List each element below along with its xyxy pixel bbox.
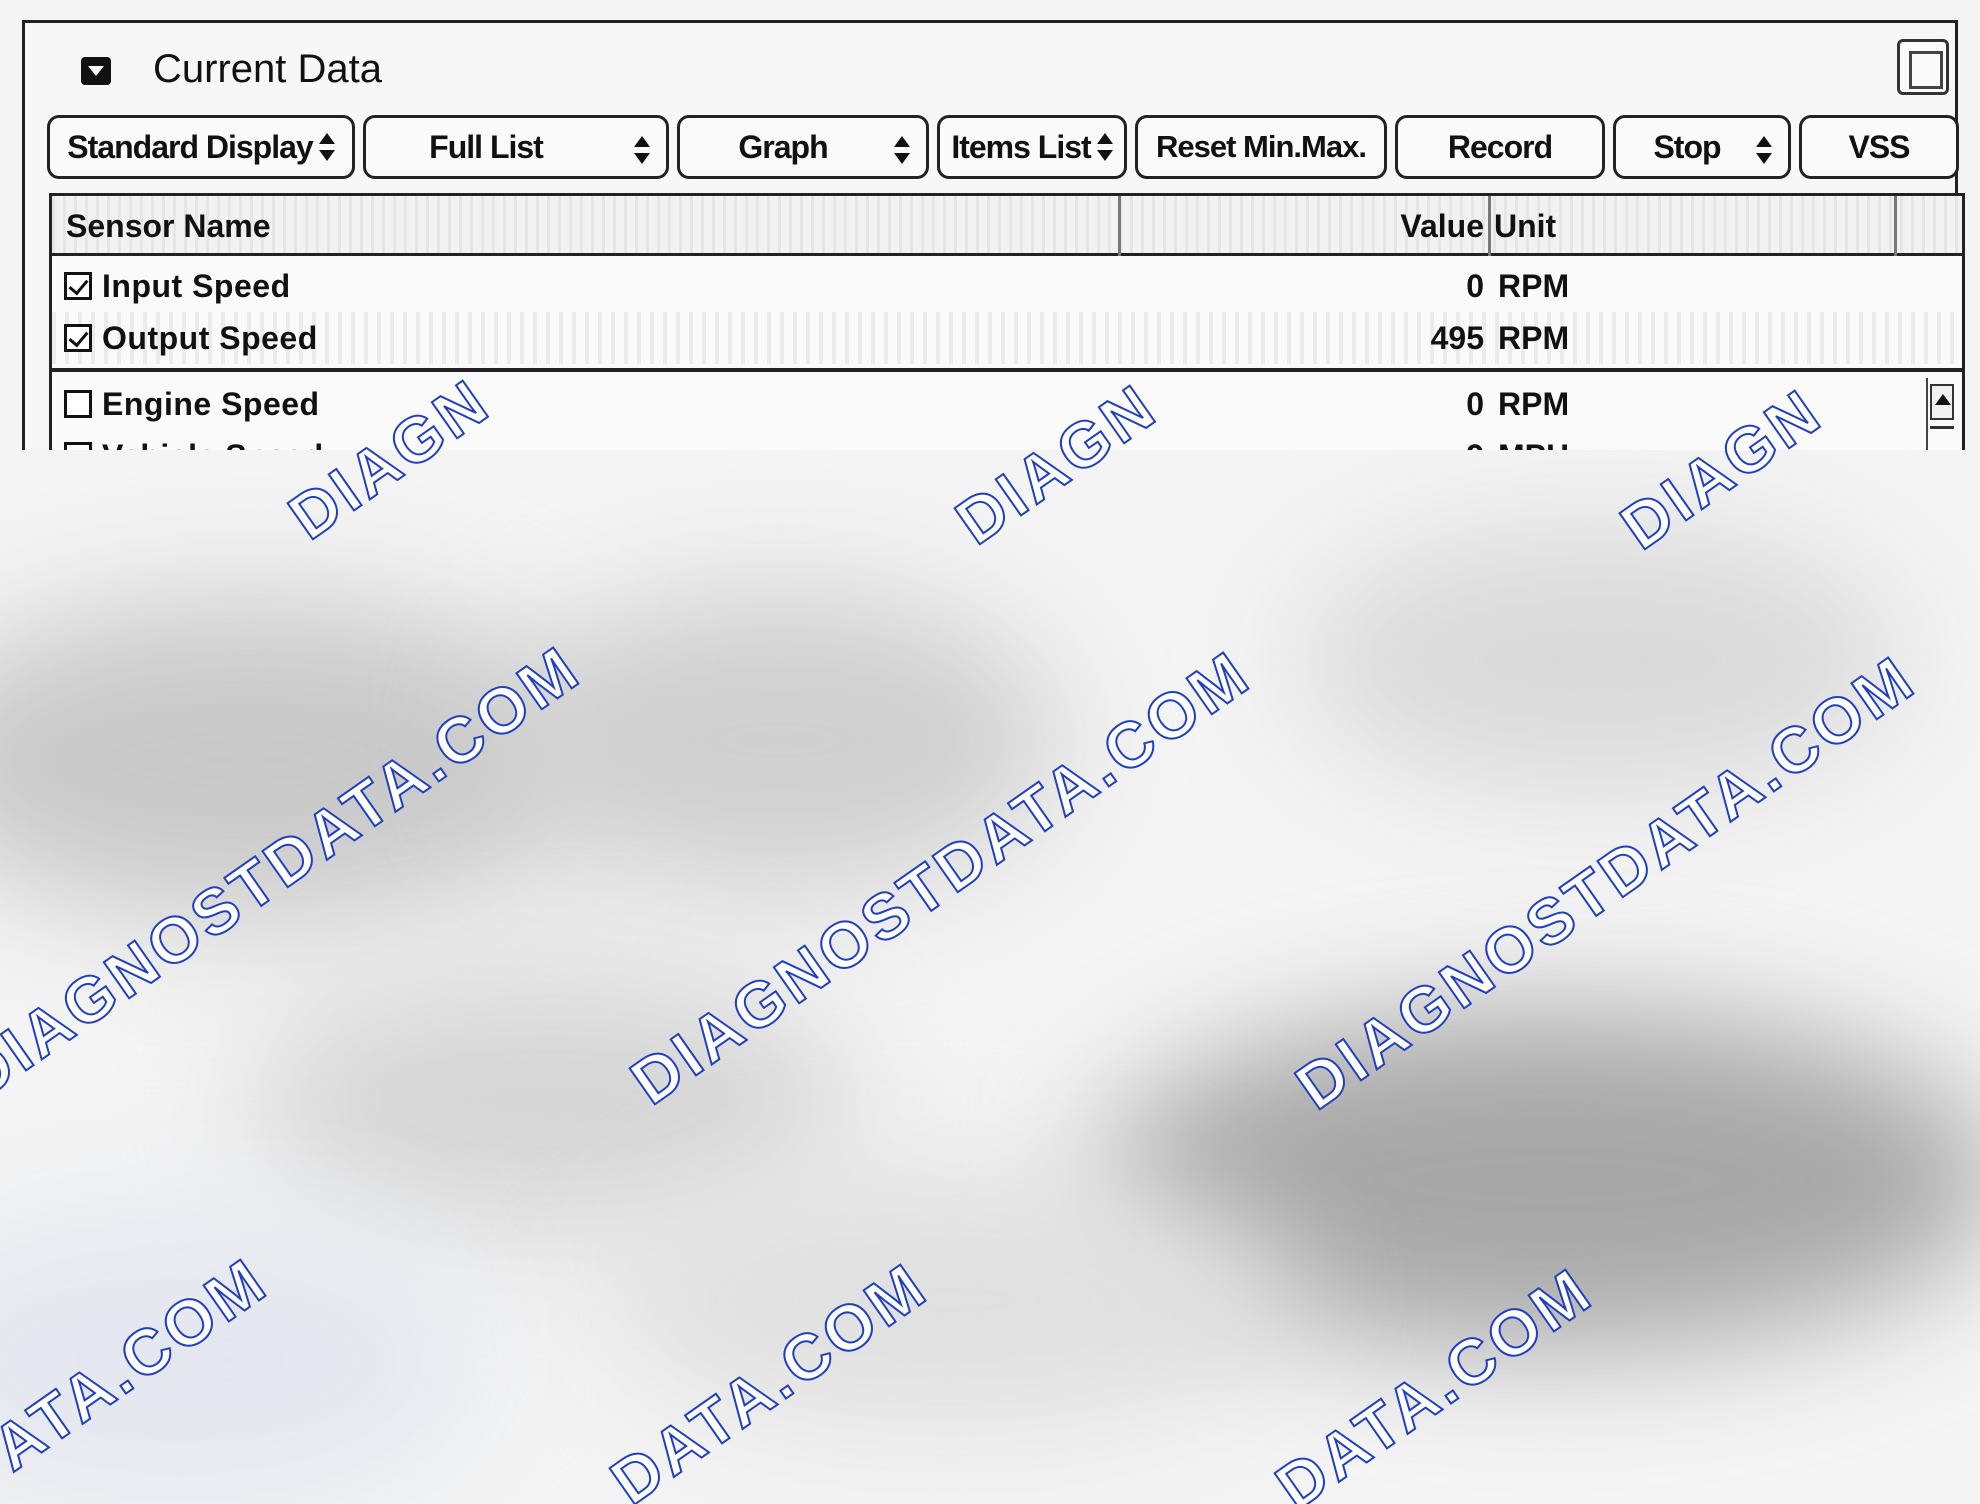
panel-header: Current Data [25,23,1955,113]
sensor-name: Vehicle Speed [102,438,324,450]
full-list-label: Full List [429,128,544,165]
spinner-icon [318,133,335,161]
row-checkbox[interactable] [64,390,92,418]
graph-label: Graph [738,128,828,165]
column-sensor-name[interactable]: Sensor Name [66,208,271,245]
items-list-label: Items List [951,128,1091,165]
items-list-select[interactable]: Items List [937,115,1127,179]
column-divider[interactable] [1488,196,1491,256]
table-row[interactable]: Engine Speed 0 RPM [52,378,1962,430]
stop-label: Stop [1653,128,1721,165]
row-checkbox[interactable] [64,324,92,352]
sensor-value: 0 [1466,268,1484,304]
table-row[interactable]: Output Speed 495 RPM [52,312,1962,364]
column-divider[interactable] [1894,196,1897,256]
sensor-value: 0 [1466,386,1484,422]
standard-display-label: Standard Display [67,128,313,165]
spinner-icon [894,136,910,164]
sensor-unit: RPM [1498,268,1570,304]
row-checkbox[interactable] [64,272,92,300]
sensor-value: 9 [1112,438,1484,450]
scroll-track[interactable] [1930,426,1954,436]
table-row[interactable]: Input Speed 0 RPM [52,260,1962,312]
record-label: Record [1447,128,1553,165]
table-row[interactable]: Vehicle Speed 9 MPH [52,430,1962,450]
vertical-scrollbar[interactable] [1926,378,1956,450]
pinned-rows-divider [52,368,1962,372]
column-value[interactable]: Value [1112,208,1484,245]
sensor-name: Engine Speed [102,386,320,422]
standard-display-select[interactable]: Standard Display [47,115,355,179]
column-unit[interactable]: Unit [1494,208,1556,245]
current-data-panel: Current Data Standard Display Full List … [22,20,1965,450]
sensor-unit: RPM [1498,320,1570,356]
collapse-icon[interactable] [81,57,111,85]
window-restore-icon[interactable] [1897,39,1949,95]
sensor-unit: MPH [1498,438,1569,450]
record-button[interactable]: Record [1395,115,1605,179]
toolbar: Standard Display Full List Graph Items L… [47,115,1967,179]
row-checkbox[interactable] [64,442,92,450]
table-header: Sensor Name Value Unit [52,196,1962,256]
sensor-table: Sensor Name Value Unit Input Speed 0 RPM… [49,193,1965,450]
spinner-icon [634,136,650,164]
stop-select[interactable]: Stop [1613,115,1791,179]
reset-min-max-label: Reset Min.Max. [1156,129,1367,164]
graph-select[interactable]: Graph [677,115,929,179]
vss-label: VSS [1848,128,1910,165]
sensor-name: Input Speed [102,268,291,304]
spinner-icon [1756,136,1772,164]
spinner-icon [1096,133,1113,161]
panel-title: Current Data [153,47,382,91]
full-list-select[interactable]: Full List [363,115,669,179]
sensor-unit: RPM [1498,386,1570,422]
scroll-up-icon[interactable] [1930,384,1954,420]
current-data-strip: Current Data Standard Display Full List … [0,0,1980,450]
sensor-name: Output Speed [102,320,318,356]
reset-min-max-button[interactable]: Reset Min.Max. [1135,115,1387,179]
watermark-background [0,450,1980,1504]
sensor-value: 495 [1430,320,1484,356]
vss-button[interactable]: VSS [1799,115,1959,179]
